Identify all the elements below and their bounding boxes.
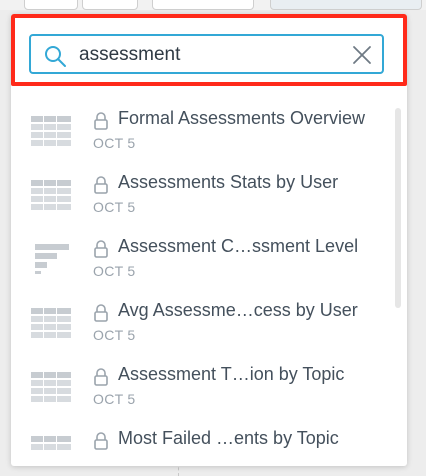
list-item[interactable]: Formal Assessments Overview OCT 5 [11,100,391,164]
list-item[interactable]: Most Failed …ents by Topic [11,420,391,466]
search-dropdown-panel: Formal Assessments Overview OCT 5 [11,14,407,466]
top-toolbar [0,0,426,10]
list-item-title: Formal Assessments Overview [118,108,366,128]
list-item-title: Most Failed …ents by Topic [118,428,339,448]
toolbar-button[interactable] [152,0,254,10]
list-item-title: Assessments Stats by User [118,172,339,192]
bar-chart-icon [35,244,69,274]
list-item[interactable]: Assessment C…ssment Level OCT 5 [11,228,391,292]
list-item-title: Avg Assessme…cess by User [118,300,358,320]
list-item-title: Assessment T…ion by Topic [118,364,345,384]
list-item-title: Assessment C…ssment Level [118,236,359,256]
list-item-date: OCT 5 [93,135,136,151]
lock-icon [94,368,108,386]
search-highlight-frame [11,14,407,86]
list-item[interactable]: Assessments Stats by User OCT 5 [11,164,391,228]
toolbar-button[interactable] [270,0,422,10]
scrollbar[interactable] [395,108,401,308]
lock-icon [94,432,108,450]
list-item[interactable]: Assessment T…ion by Topic OCT 5 [11,356,391,420]
toolbar-button[interactable] [82,0,138,10]
table-icon [31,436,71,450]
list-item-date: OCT 5 [93,391,136,407]
close-icon[interactable] [352,45,372,65]
list-item-date: OCT 5 [93,327,136,343]
search-icon [45,46,66,67]
table-icon [31,308,71,338]
list-item-date: OCT 5 [93,199,136,215]
toolbar-button[interactable] [24,0,78,10]
lock-icon [94,176,108,194]
table-icon [31,372,71,402]
search-box[interactable] [29,34,384,74]
search-input[interactable] [79,42,339,68]
lock-icon [94,304,108,322]
list-item[interactable]: Avg Assessme…cess by User OCT 5 [11,292,391,356]
table-icon [31,180,71,210]
list-item-date: OCT 5 [93,263,136,279]
table-icon [31,116,71,146]
lock-icon [94,112,108,130]
lock-icon [94,240,108,258]
